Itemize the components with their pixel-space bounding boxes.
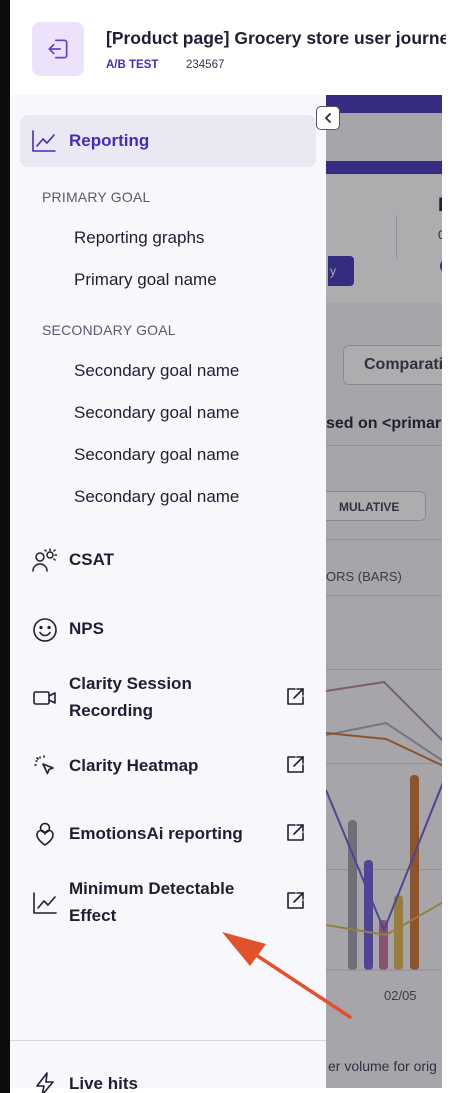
external-link-icon[interactable] [284,686,306,708]
primary-goal-heading: PRIMARY GOAL [42,189,151,205]
sidebar-item-minimum-detectable-effect[interactable]: Minimum Detectable [69,876,234,902]
sidebar-item-reporting[interactable] [20,115,316,167]
sidebar-subitem-secondary-goal[interactable]: Secondary goal name [74,445,239,465]
sidebar-subitem-primary-goal[interactable]: Primary goal name [74,270,217,290]
sidebar-divider [10,1040,326,1041]
emotions-icon [31,820,59,848]
cursor-click-icon [31,752,59,780]
page-title: [Product page] Grocery store user journe… [106,28,446,48]
collapse-sidebar-button[interactable] [316,106,340,130]
sidebar-subitem-secondary-goal[interactable]: Secondary goal name [74,403,239,423]
smiley-icon [31,616,59,644]
external-link-icon[interactable] [284,822,306,844]
chart-line-icon [30,127,58,155]
sidebar-subitem-secondary-goal[interactable]: Secondary goal name [74,487,239,507]
sidebar-subitem-secondary-goal[interactable]: Secondary goal name [74,361,239,381]
sidebar-subitem-reporting-graphs[interactable]: Reporting graphs [74,228,204,248]
sidebar-item-clarity-heatmap[interactable]: Clarity Heatmap [69,753,198,779]
external-link-icon[interactable] [284,890,306,912]
chart-line-icon [31,889,59,917]
sentiment-icon [30,547,58,575]
sidebar-item-clarity-session-recording[interactable]: Clarity Session [69,671,192,697]
sidebar-item-nps[interactable]: NPS [69,616,104,642]
video-camera-icon [31,684,59,712]
page-header: [Product page] Grocery store user journe… [10,0,446,95]
sidebar-item-clarity-session-recording-line2[interactable]: Recording [69,698,153,724]
secondary-goal-heading: SECONDARY GOAL [42,322,176,338]
sidebar-item-live-hits[interactable]: Live hits [69,1071,138,1093]
sidebar-item-csat[interactable]: CSAT [69,547,114,573]
window-edge [0,0,10,1093]
chevron-left-icon [325,113,331,123]
exit-icon[interactable] [32,22,84,76]
sidebar-item-minimum-detectable-effect-line2[interactable]: Effect [69,903,116,929]
external-link-icon[interactable] [284,754,306,776]
lightning-icon [31,1070,59,1093]
sidebar-item-label: Reporting [69,131,150,150]
test-type-badge: A/B TEST [106,59,159,71]
sidebar-item-emotionsai-reporting[interactable]: EmotionsAi reporting [69,821,243,847]
test-id: 234567 [186,59,225,71]
